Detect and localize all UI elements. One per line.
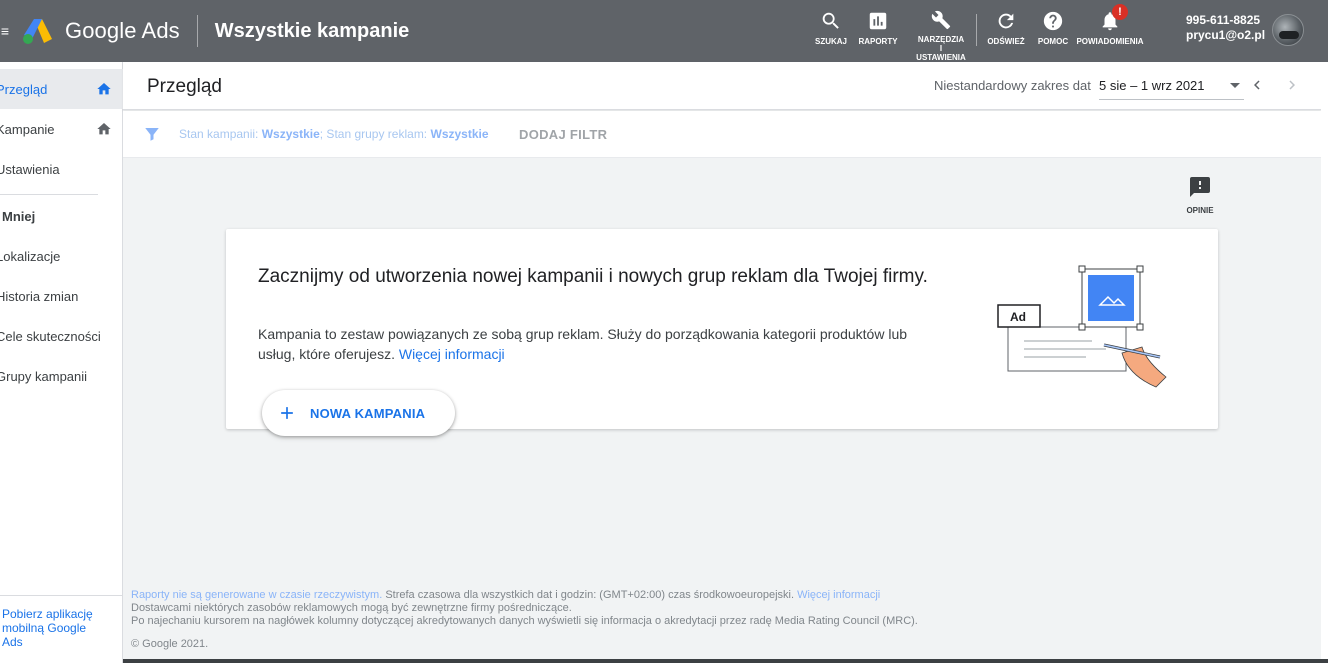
reports-button[interactable]: RAPORTY: [852, 0, 904, 62]
mobile-app-link[interactable]: Pobierz aplikację mobilną Google Ads: [2, 607, 102, 649]
sidebar-item-label: Cele skuteczności: [0, 328, 101, 344]
filter-bar: Stan kampanii: Wszystkie; Stan grupy rek…: [123, 111, 1321, 158]
help-icon: [1043, 11, 1063, 31]
account-info[interactable]: 995-611-8825 prycu1@o2.pl: [1186, 13, 1265, 43]
sidebar-item-campaigns[interactable]: Kampanie: [0, 109, 123, 149]
card-description-text: Kampania to zestaw powiązanych ze sobą g…: [258, 326, 908, 362]
right-edge: [1321, 62, 1328, 663]
account-id: 995-611-8825: [1186, 13, 1261, 27]
sidebar-item-label: Ustawienia: [0, 161, 60, 177]
sidebar-item-label: Przegląd: [0, 81, 48, 97]
tools-settings-label: NARZĘDZIA I USTAWIENIA: [916, 35, 966, 62]
wrench-icon: [931, 10, 951, 30]
sidebar-item-overview[interactable]: Przegląd: [0, 69, 123, 109]
sidebar-item-label: Lokalizacje: [0, 248, 61, 264]
active-filters[interactable]: Stan kampanii: Wszystkie; Stan grupy rek…: [179, 127, 489, 141]
sidebar-item-locations[interactable]: Lokalizacje: [0, 236, 123, 276]
bottom-edge: [123, 659, 1328, 663]
bar-chart-icon: [869, 12, 887, 30]
menu-icon[interactable]: ≡: [0, 0, 10, 62]
sidebar-less-toggle[interactable]: Mniej: [2, 209, 35, 224]
topbar-separator: [196, 15, 198, 47]
section-title: Wszystkie kampanie: [214, 19, 410, 42]
footer-line-1: Raporty nie są generowane w czasie rzecz…: [131, 589, 1311, 602]
chevron-left-icon[interactable]: [1248, 76, 1266, 94]
top-app-bar: ≡ Google Ads Wszystkie kampanie SZUKAJ R…: [0, 0, 1328, 62]
campaign-illustration: Ad: [997, 265, 1167, 388]
notifications-label: POWIADOMIENIA: [1076, 37, 1144, 46]
sidebar-item-performance-goals[interactable]: Cele skuteczności: [0, 316, 123, 356]
sidebar-item-label: Historia zmian: [0, 288, 79, 304]
new-campaign-label: NOWA KAMPANIA: [310, 406, 426, 421]
search-icon: [822, 12, 839, 29]
date-range-value: 5 sie – 1 wrz 2021: [1099, 78, 1205, 93]
sidebar-divider: [0, 194, 98, 195]
help-label: POMOC: [1037, 37, 1069, 46]
refresh-icon: [998, 13, 1014, 29]
sidebar-item-change-history[interactable]: Historia zmian: [0, 276, 123, 316]
notification-badge: !: [1112, 4, 1128, 20]
feedback-label: OPINIE: [1186, 206, 1214, 215]
date-range-select[interactable]: 5 sie – 1 wrz 2021: [1099, 70, 1244, 100]
sidebar-item-campaign-groups[interactable]: Grupy kampanii: [0, 356, 123, 396]
sidebar-item-label: Grupy kampanii: [0, 368, 88, 384]
notifications-button[interactable]: ! POWIADOMIENIA: [1075, 0, 1145, 62]
feedback-button[interactable]: OPINIE: [1182, 175, 1218, 215]
learn-more-link[interactable]: Więcej informacji: [399, 346, 505, 362]
page-title: Przegląd: [147, 76, 222, 97]
footer-line-2: Dostawcami niektórych zasobów reklamowyc…: [131, 602, 572, 614]
avatar[interactable]: [1272, 14, 1304, 46]
chevron-down-icon: [1230, 83, 1240, 88]
footer-learn-more-link[interactable]: Więcej informacji: [797, 589, 880, 601]
refresh-label: ODŚWIEŻ: [987, 37, 1025, 46]
tools-settings-button[interactable]: NARZĘDZIA I USTAWIENIA: [908, 0, 974, 62]
refresh-button[interactable]: ODŚWIEŻ: [981, 0, 1031, 62]
page-header: Przegląd Niestandardowy zakres dat 5 sie…: [123, 62, 1321, 110]
sidebar: Przegląd Kampanie Ustawienia Mniej Lokal…: [0, 62, 123, 663]
chevron-right-icon[interactable]: [1283, 76, 1301, 94]
filter-adgroup-status-label: ; Stan grupy reklam:: [319, 127, 428, 141]
search-button[interactable]: SZUKAJ: [812, 0, 850, 62]
copyright: © Google 2021.: [131, 638, 209, 650]
plus-icon: [281, 407, 293, 419]
sidebar-item-label: Kampanie: [0, 121, 55, 137]
page-footer: Raporty nie są generowane w czasie rzecz…: [131, 589, 1311, 651]
brand-name: Google Ads: [65, 18, 180, 43]
card-title: Zacznijmy od utworzenia nowej kampanii i…: [258, 266, 928, 287]
feedback-icon: [1190, 177, 1210, 197]
reports-label: RAPORTY: [858, 37, 898, 46]
timezone-text: Strefa czasowa dla wszystkich dat i godz…: [382, 589, 795, 601]
sidebar-footer-divider: [0, 595, 123, 596]
toolbar-separator: [976, 14, 977, 46]
filter-adgroup-status-value: Wszystkie: [430, 127, 489, 141]
filter-campaign-status-value: Wszystkie: [261, 127, 320, 141]
home-icon: [97, 123, 111, 135]
filter-campaign-status-label: Stan kampanii:: [179, 127, 259, 141]
realtime-reports-link[interactable]: Raporty nie są generowane w czasie rzecz…: [131, 589, 382, 601]
google-ads-logo[interactable]: Google Ads: [22, 0, 180, 62]
add-filter-button[interactable]: DODAJ FILTR: [519, 127, 607, 142]
filter-icon[interactable]: [143, 125, 161, 143]
account-email: prycu1@o2.pl: [1186, 28, 1266, 42]
footer-line-3: Po najechaniu kursorem na nagłówek kolum…: [131, 615, 918, 627]
date-range-label: Niestandardowy zakres dat: [934, 78, 1091, 93]
google-ads-logo-icon: [23, 19, 52, 44]
help-button[interactable]: POMOC: [1033, 0, 1073, 62]
toolbar: SZUKAJ RAPORTY NARZĘDZIA I USTAWIENIA OD…: [812, 0, 1145, 62]
search-label: SZUKAJ: [814, 37, 847, 46]
card-description: Kampania to zestaw powiązanych ze sobą g…: [258, 324, 948, 364]
ad-badge-text: Ad: [1010, 310, 1026, 324]
home-icon: [97, 83, 111, 95]
new-campaign-button[interactable]: NOWA KAMPANIA: [262, 390, 455, 436]
sidebar-item-settings[interactable]: Ustawienia: [0, 149, 123, 189]
